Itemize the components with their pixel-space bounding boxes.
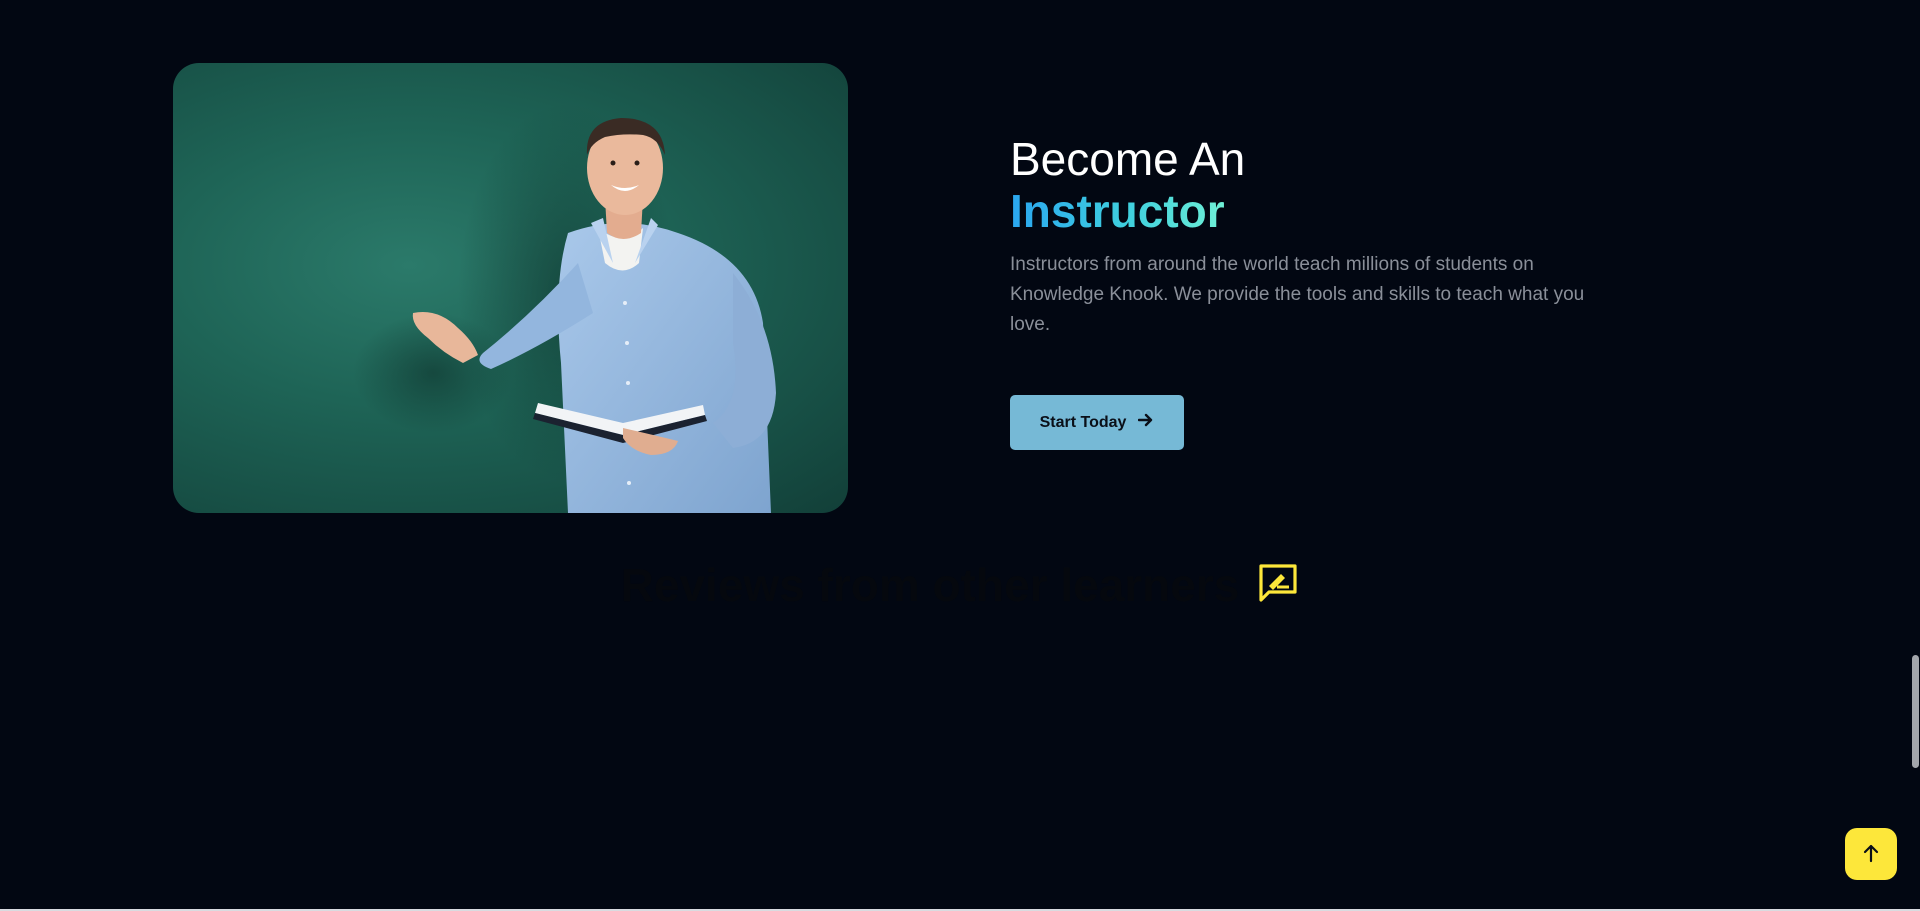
section-description: Instructors from around the world teach …	[1010, 254, 1585, 335]
instructor-text-block: Become An Instructor Instructors from ar…	[1010, 132, 1590, 359]
page-scrollbar[interactable]	[1912, 0, 1920, 911]
review-edit-icon	[1257, 562, 1299, 609]
reviews-heading: Reviews from other learners	[0, 556, 1920, 614]
arrow-right-icon	[1138, 413, 1154, 432]
instructor-photo	[173, 63, 848, 513]
reviews-title: Reviews from other learners	[620, 559, 1240, 611]
section-title-highlight: Instructor	[1010, 185, 1225, 237]
scroll-to-top-button[interactable]	[1845, 828, 1897, 880]
section-title-line1: Become An	[1010, 133, 1246, 185]
scrollbar-thumb[interactable]	[1912, 655, 1919, 768]
arrow-up-icon	[1862, 843, 1880, 866]
start-today-label: Start Today	[1039, 413, 1127, 431]
start-today-button[interactable]: Start Today	[1010, 395, 1184, 450]
page: Become An Instructor Instructors from ar…	[0, 0, 1920, 911]
